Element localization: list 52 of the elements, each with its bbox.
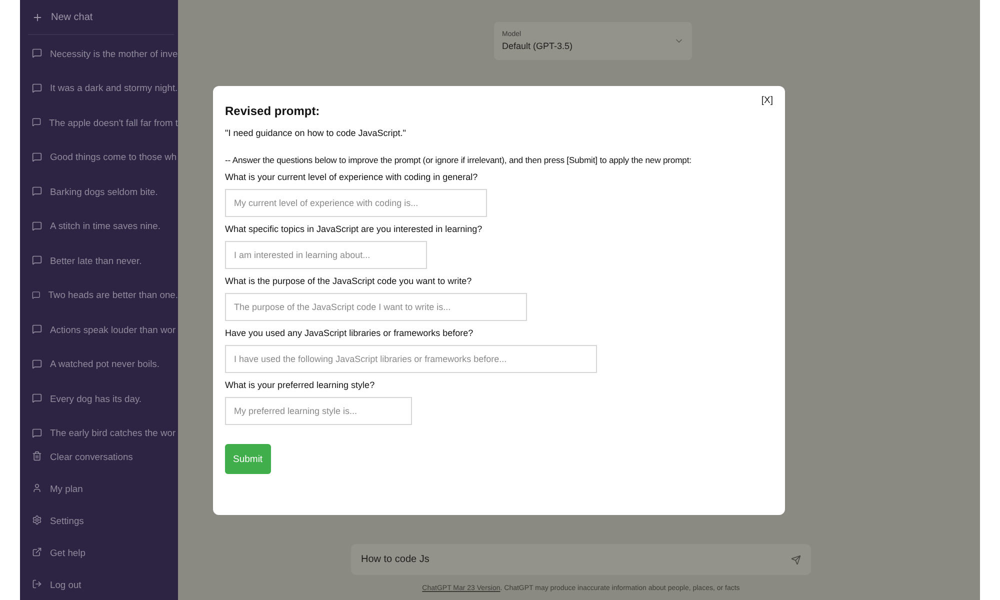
chat-bubble-icon [32,358,42,369]
conversation-item[interactable]: Barking dogs seldom bite. [28,174,178,208]
chat-bubble-icon [32,220,42,231]
conversation-item[interactable]: Two heads are better than one. [28,278,178,312]
prompt-text: "I need guidance on how to code JavaScript." [225,128,408,138]
trash-icon [32,451,42,461]
conversation-item[interactable]: Better late than never. [28,243,178,278]
person-icon [32,483,42,493]
send-icon[interactable] [791,554,801,564]
question-text: What is the purpose of the JavaScript code you want to write? [225,276,473,286]
instructions-text: -- Answer the questions below to improve the prompt (or ignore if irrelevant), and then press [Submit] to apply the new prompt: [225,155,692,165]
chat-bubble-icon [32,255,42,266]
conversation-item[interactable]: Necessity is the mother of inve [28,36,178,70]
answer-field[interactable]: My preferred learning style is... [225,397,412,425]
new-chat-button[interactable]: New chat [28,0,174,35]
dialog-title: Revised prompt: [225,104,321,118]
conversation-item[interactable]: Every dog has its day. [28,381,178,416]
conversation-item[interactable]: A watched pot never boils. [28,346,178,381]
question-text: What specific topics in JavaScript are you interested in learning? [225,224,484,234]
sidebar-menu-item[interactable]: Settings [28,504,178,536]
plus-icon [32,12,43,22]
answer-field[interactable]: I have used the following JavaScript libraries or frameworks before... [225,345,597,373]
message-input[interactable]: How to code Js [351,544,811,575]
close-button[interactable]: [X] [761,95,773,106]
sidebar-menu-item[interactable]: Get help [28,536,178,568]
conversation-item[interactable]: Good things come to those wh [28,140,178,174]
settings-icon [32,515,42,525]
chat-bubble-icon [32,290,40,300]
chat-bubble-icon [32,152,42,162]
external-link-icon [32,547,42,557]
chat-bubble-icon [32,324,42,334]
answer-field[interactable]: I am interested in learning about... [225,241,427,269]
submit-button[interactable]: Submit [225,444,271,474]
logout-icon [32,579,42,589]
chat-bubble-icon [32,393,42,404]
chat-bubble-icon [32,117,42,128]
question-text: What is your current level of experience with coding in general? [225,172,479,182]
answer-field[interactable]: My current level of experience with coding is... [225,189,487,217]
question-text: Have you used any JavaScript libraries or frameworks before? [225,328,474,338]
question-text: What is your preferred learning style? [225,380,376,390]
chat-bubble-icon [32,82,42,93]
model-value: Default (GPT-3.5) [502,41,573,51]
conversation-item[interactable]: Actions speak louder than wor [28,312,178,346]
sidebar-menu-item[interactable]: My plan [28,472,178,504]
answer-field[interactable]: The purpose of the JavaScript code I want to write is... [225,293,527,321]
conversation-item[interactable]: It was a dark and stormy night. [28,70,178,105]
chat-bubble-icon [32,186,42,196]
conversation-item[interactable]: A stitch in time saves nine. [28,208,178,243]
chat-bubble-icon [32,428,42,438]
conversation-item[interactable]: The apple doesn't fall far from t [28,105,178,140]
sidebar-menu-item[interactable]: Log out [28,568,178,600]
chat-bubble-icon [32,48,42,58]
